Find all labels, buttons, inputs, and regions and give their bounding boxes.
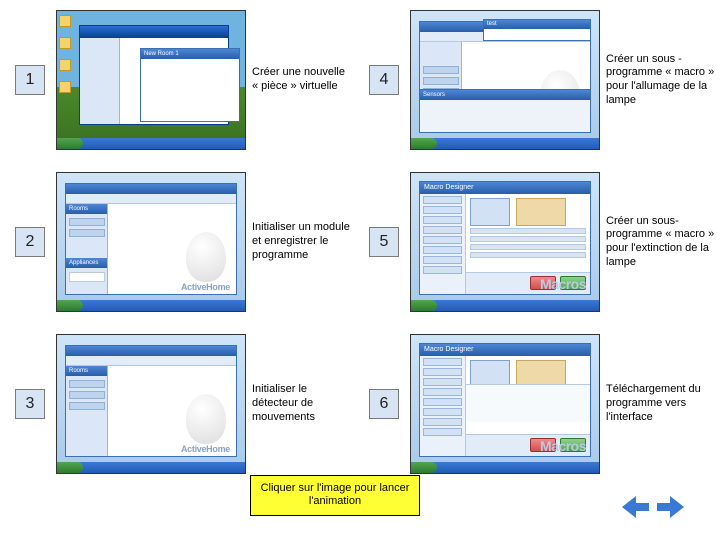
step-badge-6: 6 [369,389,399,419]
step-badge-3: 3 [15,389,45,419]
macro-designer-window: Macro Designer Macros [419,181,591,295]
top-dialog: test [483,19,591,41]
lamp-icon [186,232,226,282]
appliances-header: Appliances [66,258,107,268]
step-badge-2: 2 [15,227,45,257]
macros-watermark: Macros [540,276,586,292]
next-arrow[interactable] [654,496,684,518]
macro-designer-title: Macro Designer [420,344,590,356]
macro-designer-window: Macro Designer Macros [419,343,591,457]
dialog-title: New Room 1 [141,49,239,59]
app-window: Rooms Appliances ActiveHome [65,183,237,295]
start-button [57,138,83,149]
step-number: 6 [380,395,389,413]
nav-arrows [622,496,684,518]
lamp-icon [186,394,226,444]
step-number: 5 [380,233,389,251]
sensors-title: Sensors [420,90,590,100]
screenshot-4[interactable]: ActiveHome test Sensors [410,10,600,150]
sensors-panel: Sensors [419,89,591,133]
screenshot-5[interactable]: Macro Designer Macros [410,172,600,312]
macro-designer-title: Macro Designer [420,182,590,194]
screenshot-1[interactable]: New Room 1 [56,10,246,150]
prev-arrow[interactable] [622,496,652,518]
step-badge-4: 4 [369,65,399,95]
caption-6: Téléchargement du programme vers l'inter… [602,383,720,424]
caption-4: Créer un sous -programme « macro » pour … [602,53,720,108]
caption-1: Créer une nouvelle « pièce » virtuelle [248,66,358,94]
screenshot-6[interactable]: Macro Designer Macros [410,334,600,474]
step-number: 1 [26,71,35,89]
step-number: 4 [380,71,389,89]
app-window: Rooms ActiveHome [65,345,237,457]
caption-5: Créer un sous-programme « macro » pour l… [602,215,720,270]
taskbar [57,138,245,149]
macros-watermark: Macros [540,438,586,454]
step-badge-1: 1 [15,65,45,95]
caption-2: Initialiser un module et enregistrer le … [248,221,358,262]
screenshot-3[interactable]: Rooms ActiveHome [56,334,246,474]
screenshot-2[interactable]: Rooms Appliances ActiveHome [56,172,246,312]
step-number: 3 [26,395,35,413]
watermark: ActiveHome [181,444,230,454]
explorer-window: New Room 1 [79,25,229,125]
cta-text: Cliquer sur l'image pour lancer l'animat… [261,482,410,508]
watermark: ActiveHome [181,282,230,292]
desktop-icons [59,15,73,93]
step-badge-5: 5 [369,227,399,257]
animation-cta[interactable]: Cliquer sur l'image pour lancer l'animat… [250,475,420,517]
step-number: 2 [26,233,35,251]
caption-3: Initialiser le détecteur de mouvements [248,383,358,424]
new-room-dialog: New Room 1 [140,48,240,122]
rooms-header: Rooms [66,204,107,214]
rooms-header: Rooms [66,366,107,376]
top-dialog-title: test [484,20,590,29]
